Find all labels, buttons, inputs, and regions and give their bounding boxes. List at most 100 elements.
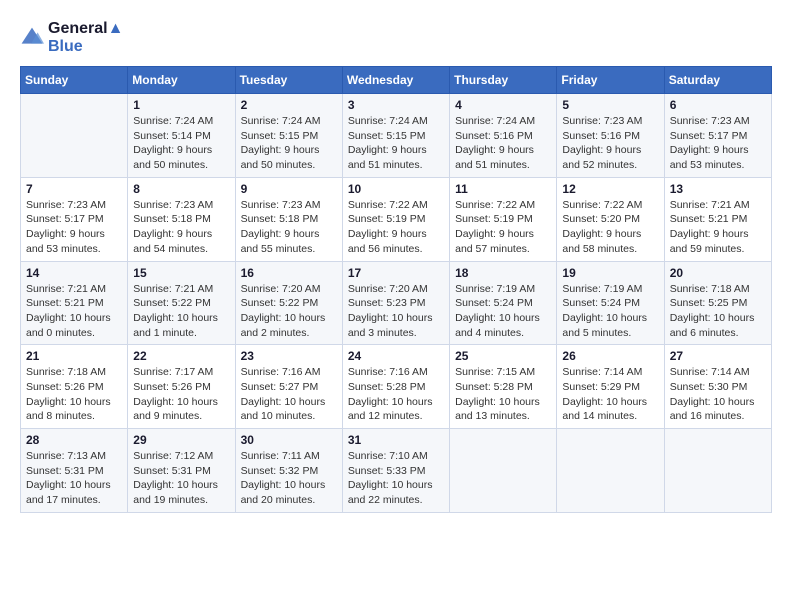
calendar-day-cell: 16 Sunrise: 7:20 AMSunset: 5:22 PMDayligh…	[235, 261, 342, 345]
day-number: 5	[562, 98, 658, 112]
logo: General▲ Blue	[20, 20, 123, 56]
day-info: Sunrise: 7:23 AMSunset: 5:17 PMDaylight:…	[670, 114, 766, 173]
calendar-day-cell: 27 Sunrise: 7:14 AMSunset: 5:30 PMDayligh…	[664, 345, 771, 429]
day-number: 31	[348, 433, 444, 447]
page-header: General▲ Blue	[20, 20, 772, 56]
day-info: Sunrise: 7:24 AMSunset: 5:15 PMDaylight:…	[241, 114, 337, 173]
day-number: 28	[26, 433, 122, 447]
day-number: 26	[562, 349, 658, 363]
logo-text: General▲ Blue	[48, 20, 123, 56]
weekday-header: Sunday	[21, 67, 128, 94]
day-number: 20	[670, 266, 766, 280]
calendar-week-row: 28 Sunrise: 7:13 AMSunset: 5:31 PMDayligh…	[21, 429, 772, 513]
day-info: Sunrise: 7:20 AMSunset: 5:22 PMDaylight:…	[241, 282, 337, 341]
day-number: 23	[241, 349, 337, 363]
calendar-day-cell	[664, 429, 771, 513]
calendar-day-cell: 14 Sunrise: 7:21 AMSunset: 5:21 PMDayligh…	[21, 261, 128, 345]
day-info: Sunrise: 7:23 AMSunset: 5:16 PMDaylight:…	[562, 114, 658, 173]
calendar-week-row: 1 Sunrise: 7:24 AMSunset: 5:14 PMDaylight…	[21, 94, 772, 178]
day-info: Sunrise: 7:14 AMSunset: 5:29 PMDaylight:…	[562, 365, 658, 424]
weekday-header: Saturday	[664, 67, 771, 94]
day-info: Sunrise: 7:19 AMSunset: 5:24 PMDaylight:…	[562, 282, 658, 341]
calendar-week-row: 21 Sunrise: 7:18 AMSunset: 5:26 PMDayligh…	[21, 345, 772, 429]
day-info: Sunrise: 7:12 AMSunset: 5:31 PMDaylight:…	[133, 449, 229, 508]
day-number: 2	[241, 98, 337, 112]
day-number: 19	[562, 266, 658, 280]
calendar-day-cell: 30Sunrise: 7:11 AMSunset: 5:32 PMDayligh…	[235, 429, 342, 513]
calendar-day-cell: 25 Sunrise: 7:15 AMSunset: 5:28 PMDayligh…	[450, 345, 557, 429]
calendar-header-row: SundayMondayTuesdayWednesdayThursdayFrid…	[21, 67, 772, 94]
day-number: 8	[133, 182, 229, 196]
calendar-day-cell	[557, 429, 664, 513]
weekday-header: Wednesday	[342, 67, 449, 94]
day-number: 29	[133, 433, 229, 447]
day-number: 10	[348, 182, 444, 196]
calendar-day-cell: 29 Sunrise: 7:12 AMSunset: 5:31 PMDayligh…	[128, 429, 235, 513]
day-number: 11	[455, 182, 551, 196]
calendar-day-cell: 20 Sunrise: 7:18 AMSunset: 5:25 PMDayligh…	[664, 261, 771, 345]
day-info: Sunrise: 7:18 AMSunset: 5:26 PMDaylight:…	[26, 365, 122, 424]
day-number: 15	[133, 266, 229, 280]
calendar-day-cell: 24 Sunrise: 7:16 AMSunset: 5:28 PMDayligh…	[342, 345, 449, 429]
day-info: Sunrise: 7:21 AMSunset: 5:21 PMDaylight:…	[670, 198, 766, 257]
day-info: Sunrise: 7:19 AMSunset: 5:24 PMDaylight:…	[455, 282, 551, 341]
calendar-day-cell: 15 Sunrise: 7:21 AMSunset: 5:22 PMDayligh…	[128, 261, 235, 345]
day-number: 13	[670, 182, 766, 196]
calendar-week-row: 7Sunrise: 7:23 AMSunset: 5:17 PMDaylight…	[21, 177, 772, 261]
weekday-header: Thursday	[450, 67, 557, 94]
day-info: Sunrise: 7:24 AMSunset: 5:14 PMDaylight:…	[133, 114, 229, 173]
day-info: Sunrise: 7:21 AMSunset: 5:21 PMDaylight:…	[26, 282, 122, 341]
day-number: 6	[670, 98, 766, 112]
day-number: 21	[26, 349, 122, 363]
calendar-day-cell: 13 Sunrise: 7:21 AMSunset: 5:21 PMDayligh…	[664, 177, 771, 261]
day-info: Sunrise: 7:23 AMSunset: 5:18 PMDaylight:…	[133, 198, 229, 257]
day-info: Sunrise: 7:16 AMSunset: 5:28 PMDaylight:…	[348, 365, 444, 424]
day-info: Sunrise: 7:23 AMSunset: 5:18 PMDaylight:…	[241, 198, 337, 257]
day-info: Sunrise: 7:17 AMSunset: 5:26 PMDaylight:…	[133, 365, 229, 424]
calendar-day-cell: 5 Sunrise: 7:23 AMSunset: 5:16 PMDaylight…	[557, 94, 664, 178]
calendar-day-cell: 12 Sunrise: 7:22 AMSunset: 5:20 PMDayligh…	[557, 177, 664, 261]
day-info: Sunrise: 7:22 AMSunset: 5:20 PMDaylight:…	[562, 198, 658, 257]
calendar-day-cell: 1 Sunrise: 7:24 AMSunset: 5:14 PMDaylight…	[128, 94, 235, 178]
calendar-day-cell: 28 Sunrise: 7:13 AMSunset: 5:31 PMDayligh…	[21, 429, 128, 513]
calendar-day-cell: 11 Sunrise: 7:22 AMSunset: 5:19 PMDayligh…	[450, 177, 557, 261]
calendar-day-cell: 4Sunrise: 7:24 AMSunset: 5:16 PMDaylight…	[450, 94, 557, 178]
day-number: 3	[348, 98, 444, 112]
day-number: 16	[241, 266, 337, 280]
day-number: 14	[26, 266, 122, 280]
day-number: 24	[348, 349, 444, 363]
day-number: 22	[133, 349, 229, 363]
weekday-header: Monday	[128, 67, 235, 94]
calendar-day-cell: 23 Sunrise: 7:16 AMSunset: 5:27 PMDayligh…	[235, 345, 342, 429]
day-info: Sunrise: 7:13 AMSunset: 5:31 PMDaylight:…	[26, 449, 122, 508]
calendar-day-cell	[450, 429, 557, 513]
day-info: Sunrise: 7:23 AMSunset: 5:17 PMDaylight:…	[26, 198, 122, 257]
weekday-header: Tuesday	[235, 67, 342, 94]
day-info: Sunrise: 7:24 AMSunset: 5:16 PMDaylight:…	[455, 114, 551, 173]
calendar-day-cell: 31Sunrise: 7:10 AMSunset: 5:33 PMDayligh…	[342, 429, 449, 513]
weekday-header: Friday	[557, 67, 664, 94]
calendar-day-cell: 26 Sunrise: 7:14 AMSunset: 5:29 PMDayligh…	[557, 345, 664, 429]
day-info: Sunrise: 7:21 AMSunset: 5:22 PMDaylight:…	[133, 282, 229, 341]
calendar-day-cell: 18 Sunrise: 7:19 AMSunset: 5:24 PMDayligh…	[450, 261, 557, 345]
calendar-day-cell: 10Sunrise: 7:22 AMSunset: 5:19 PMDayligh…	[342, 177, 449, 261]
logo-icon	[20, 26, 44, 50]
calendar-day-cell: 2 Sunrise: 7:24 AMSunset: 5:15 PMDaylight…	[235, 94, 342, 178]
day-number: 12	[562, 182, 658, 196]
day-number: 25	[455, 349, 551, 363]
day-info: Sunrise: 7:22 AMSunset: 5:19 PMDaylight:…	[455, 198, 551, 257]
day-info: Sunrise: 7:14 AMSunset: 5:30 PMDaylight:…	[670, 365, 766, 424]
day-info: Sunrise: 7:16 AMSunset: 5:27 PMDaylight:…	[241, 365, 337, 424]
day-info: Sunrise: 7:11 AMSunset: 5:32 PMDaylight:…	[241, 449, 337, 508]
calendar-week-row: 14 Sunrise: 7:21 AMSunset: 5:21 PMDayligh…	[21, 261, 772, 345]
day-number: 18	[455, 266, 551, 280]
day-info: Sunrise: 7:15 AMSunset: 5:28 PMDaylight:…	[455, 365, 551, 424]
day-number: 1	[133, 98, 229, 112]
calendar-day-cell: 6 Sunrise: 7:23 AMSunset: 5:17 PMDaylight…	[664, 94, 771, 178]
calendar-table: SundayMondayTuesdayWednesdayThursdayFrid…	[20, 66, 772, 513]
day-info: Sunrise: 7:18 AMSunset: 5:25 PMDaylight:…	[670, 282, 766, 341]
calendar-day-cell: 22 Sunrise: 7:17 AMSunset: 5:26 PMDayligh…	[128, 345, 235, 429]
day-number: 27	[670, 349, 766, 363]
day-number: 9	[241, 182, 337, 196]
calendar-day-cell: 7Sunrise: 7:23 AMSunset: 5:17 PMDaylight…	[21, 177, 128, 261]
